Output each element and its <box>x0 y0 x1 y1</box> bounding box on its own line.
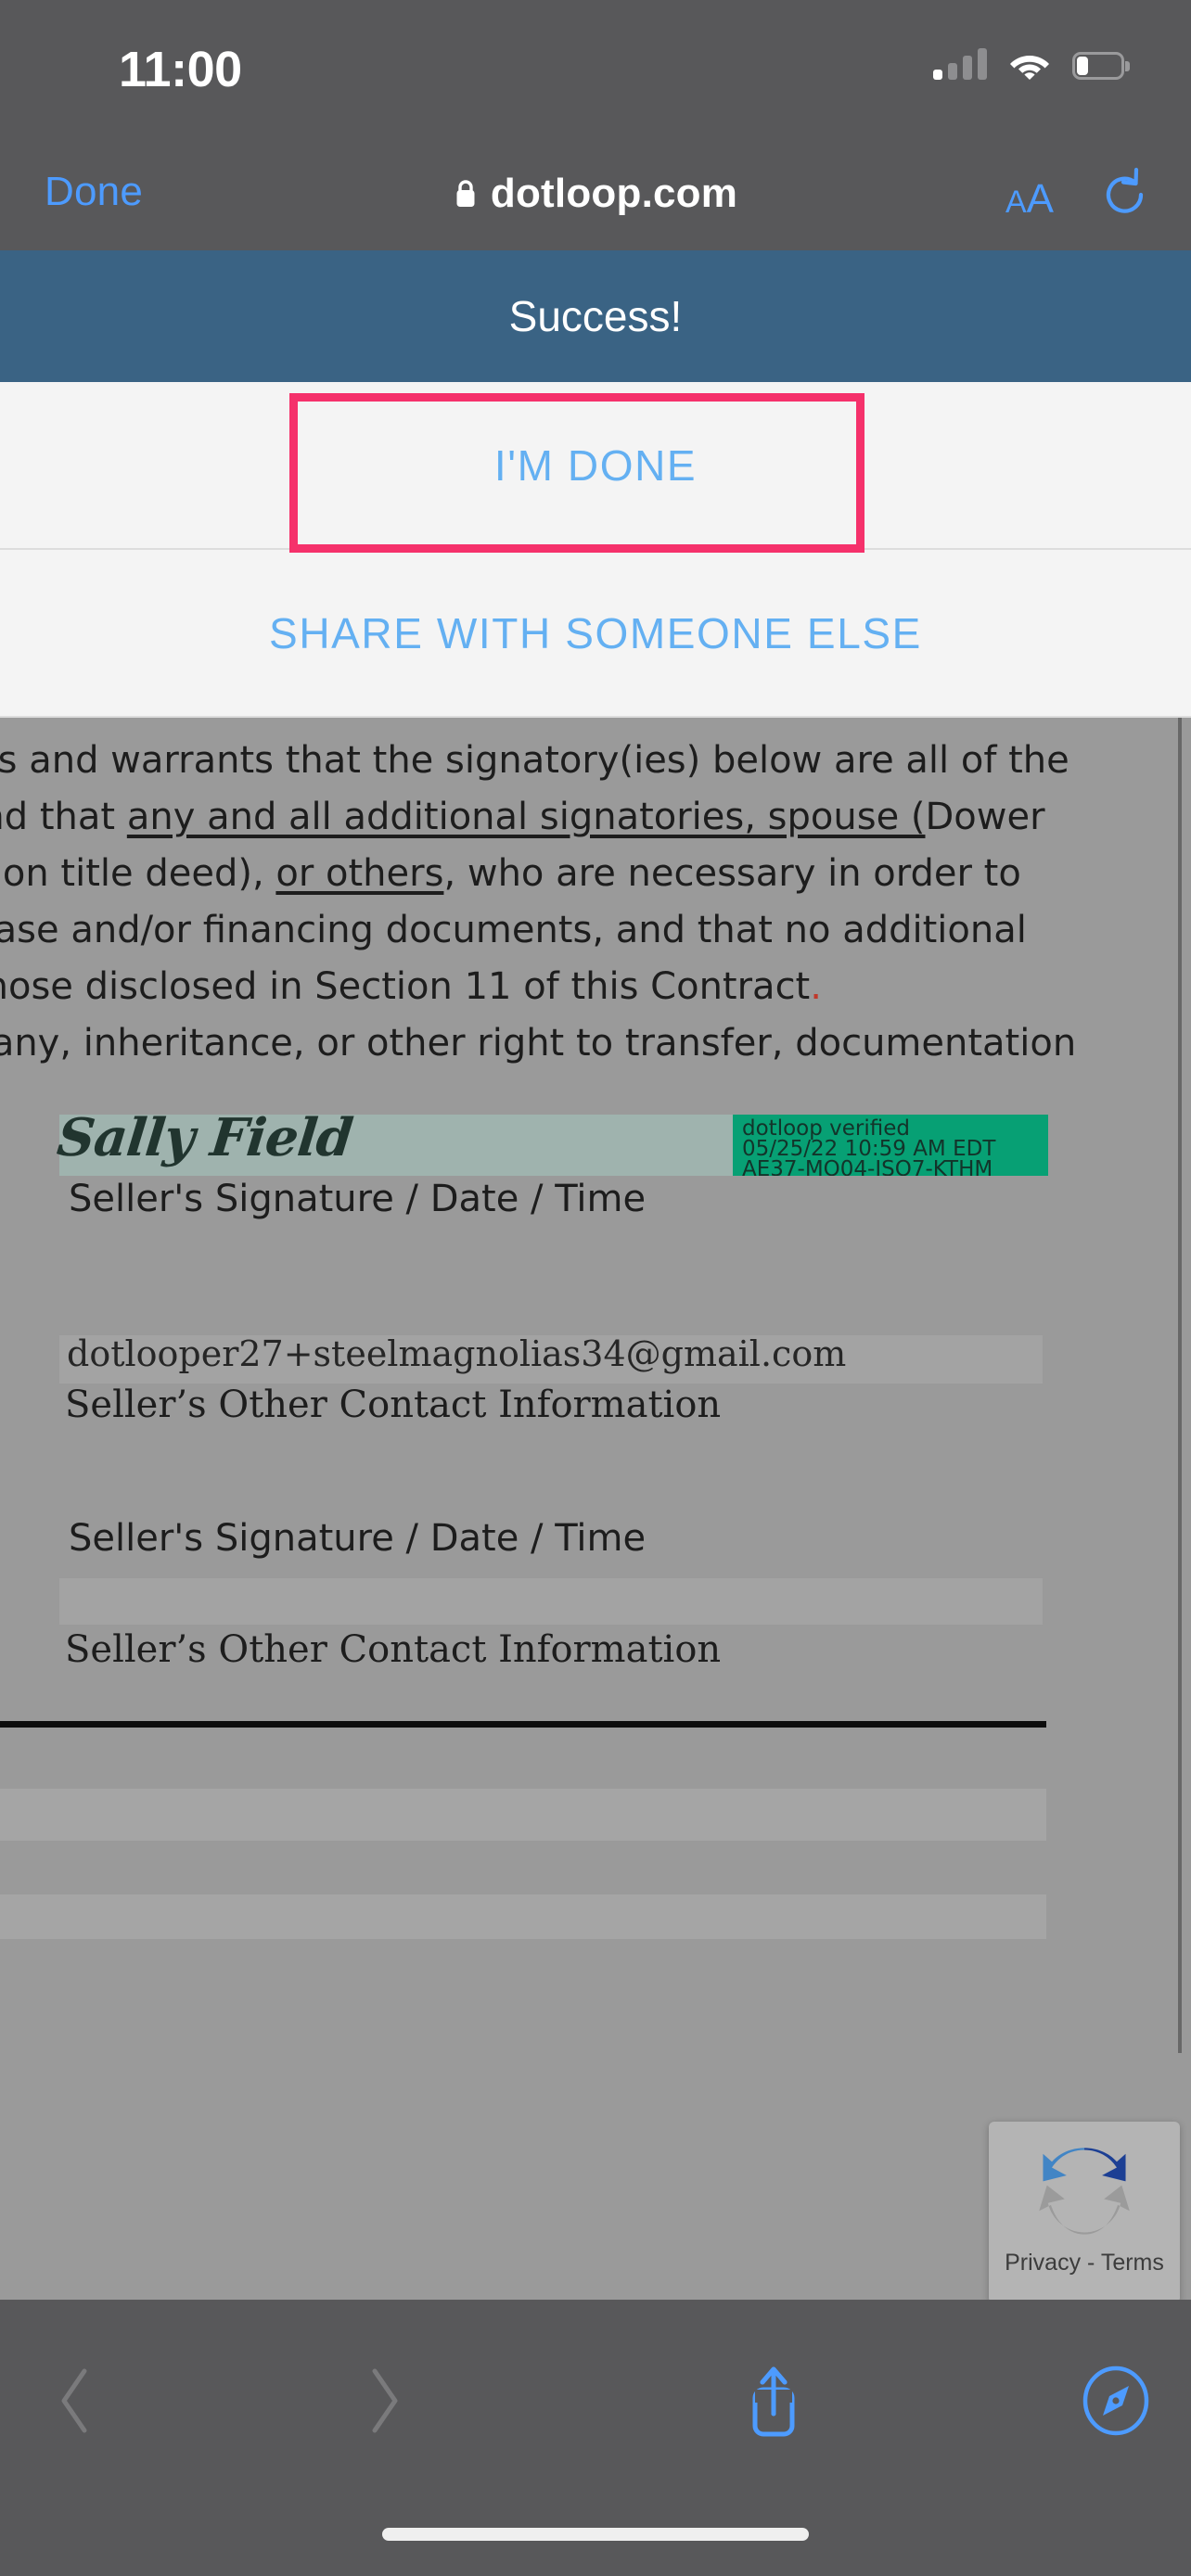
contract-line-2-underlined: any and all additional signatories, spou… <box>126 796 926 838</box>
contract-line-6: company, inheritance, or other right to … <box>0 1022 1077 1065</box>
page-skeleton-band <box>0 1939 1046 2050</box>
share-with-someone-else-label: SHARE WITH SOMEONE ELSE <box>269 608 922 657</box>
recaptcha-terms-text[interactable]: Privacy - Terms <box>1005 2250 1164 2276</box>
share-with-someone-else-button[interactable]: SHARE WITH SOMEONE ELSE <box>0 550 1191 718</box>
seller-signature-value: Sally Field <box>54 1107 355 1168</box>
chevron-right-icon <box>372 2368 398 2433</box>
page-skeleton-band <box>0 1894 1046 1939</box>
share-button[interactable] <box>698 2331 850 2470</box>
seller-signature-caption-1: Seller's Signature / Date / Time <box>69 1178 647 1220</box>
contract-line-1: ertifies and warrants that the signatory… <box>0 739 1069 782</box>
seller-signature-caption-2: Seller's Signature / Date / Time <box>69 1517 647 1560</box>
contract-line-3-underlined: or others <box>275 852 444 895</box>
page-skeleton-band <box>0 1789 1046 1841</box>
contract-line-3: is not on title deed), or others, who ar… <box>0 852 1021 895</box>
seller-contact-field-highlight-2[interactable] <box>59 1578 1043 1625</box>
text-size-large-a: A <box>1026 176 1054 222</box>
seller-contact-caption-2: Seller’s Other Contact Information <box>65 1628 722 1671</box>
url-text: dotloop.com <box>490 171 738 216</box>
chevron-left-icon <box>61 2368 87 2433</box>
success-banner-text: Success! <box>508 292 683 340</box>
contract-line-2: act and that any and all additional sign… <box>0 796 1045 838</box>
vertical-scrollbar[interactable] <box>1178 718 1182 2053</box>
status-bar-clock: 11:00 <box>119 42 242 97</box>
text-size-button[interactable]: AA <box>1005 176 1054 223</box>
back-button[interactable] <box>0 2331 151 2470</box>
verified-code: AE37-MO04-ISO7-KTHM <box>742 1157 993 1177</box>
red-period-mark: . <box>810 965 822 1008</box>
forward-button[interactable] <box>309 2331 460 2470</box>
share-icon <box>752 2366 795 2437</box>
contract-paragraph: ertifies and warrants that the signatory… <box>0 733 1077 1129</box>
phone-screen: 11:00 Done dotloop.com AA Success! I'M D… <box>0 0 1191 2576</box>
recaptcha-logo-icon <box>1039 2148 1130 2235</box>
contract-line-4: purchase and/or financing documents, and… <box>0 909 1027 951</box>
success-banner: Success! <box>0 250 1191 382</box>
document-page-divider <box>0 1721 1046 1728</box>
safari-compass-icon <box>1082 2366 1148 2436</box>
page-skeleton-band <box>0 1841 1046 1894</box>
status-bar: 11:00 <box>0 0 1191 141</box>
dotloop-verified-stamp: dotloop verified 05/25/22 10:59 AM EDT A… <box>733 1115 1048 1176</box>
contract-line-5: han those disclosed in Section 11 of thi… <box>0 965 822 1008</box>
recaptcha-badge[interactable]: Privacy - Terms <box>989 2122 1180 2303</box>
document-page: ertifies and warrants that the signatory… <box>0 718 1077 2118</box>
verified-timestamp: 05/25/22 10:59 AM EDT <box>742 1137 996 1161</box>
reload-icon[interactable] <box>1098 167 1152 221</box>
home-indicator <box>382 2528 809 2541</box>
page-skeleton-band <box>0 1728 1046 1789</box>
browser-toolbar <box>0 2300 1191 2576</box>
status-bar-indicators <box>933 48 1130 80</box>
verified-title: dotloop verified <box>742 1116 910 1141</box>
seller-contact-caption-1: Seller’s Other Contact Information <box>65 1384 722 1426</box>
text-size-small-a: A <box>1005 185 1027 220</box>
document-viewport[interactable]: ertifies and warrants that the signatory… <box>0 718 1191 2300</box>
seller-contact-value: dotlooper27+steelmagnolias34@gmail.com <box>67 1333 847 1374</box>
wifi-icon <box>1009 50 1050 80</box>
cellular-signal-icon <box>933 48 987 80</box>
battery-low-icon <box>1072 52 1130 80</box>
browser-nav-bar: Done dotloop.com AA <box>0 141 1191 249</box>
lock-icon <box>454 178 478 210</box>
im-done-label: I'M DONE <box>493 440 698 490</box>
action-panel: I'M DONE SHARE WITH SOMEONE ELSE <box>0 382 1191 718</box>
im-done-button[interactable]: I'M DONE <box>0 382 1191 550</box>
tabs-button[interactable] <box>1041 2331 1191 2470</box>
